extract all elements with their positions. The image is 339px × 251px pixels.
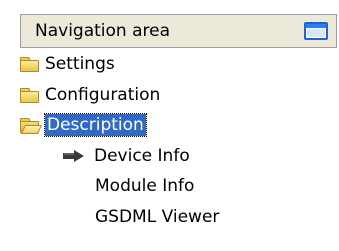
folder-closed-icon [20,88,39,103]
folder-open-icon [20,118,43,134]
tree-item-gsdml-viewer[interactable]: GSDML Viewer [95,205,219,229]
tree-item-label: Settings [45,54,115,74]
navigation-panel: Navigation area Settings Configuration D… [0,0,339,251]
tree-item-label: Module Info [95,176,195,196]
window-maximize-icon[interactable] [304,22,328,40]
tree-item-label: GSDML Viewer [95,207,220,227]
tree-item-settings[interactable]: Settings [20,52,115,76]
tree-item-description[interactable]: Description [20,113,147,137]
tree-item-configuration[interactable]: Configuration [20,83,160,107]
tree-item-label: Configuration [45,85,161,105]
tree-item-device-info[interactable]: Device Info [62,144,190,168]
panel-title: Navigation area [35,21,171,41]
tree-item-label: Device Info [94,146,190,166]
panel-header: Navigation area [20,14,337,48]
folder-closed-icon [20,57,39,72]
arrow-right-icon [62,149,86,163]
tree-item-label-selected: Description [44,113,147,137]
tree-item-module-info[interactable]: Module Info [95,174,194,198]
